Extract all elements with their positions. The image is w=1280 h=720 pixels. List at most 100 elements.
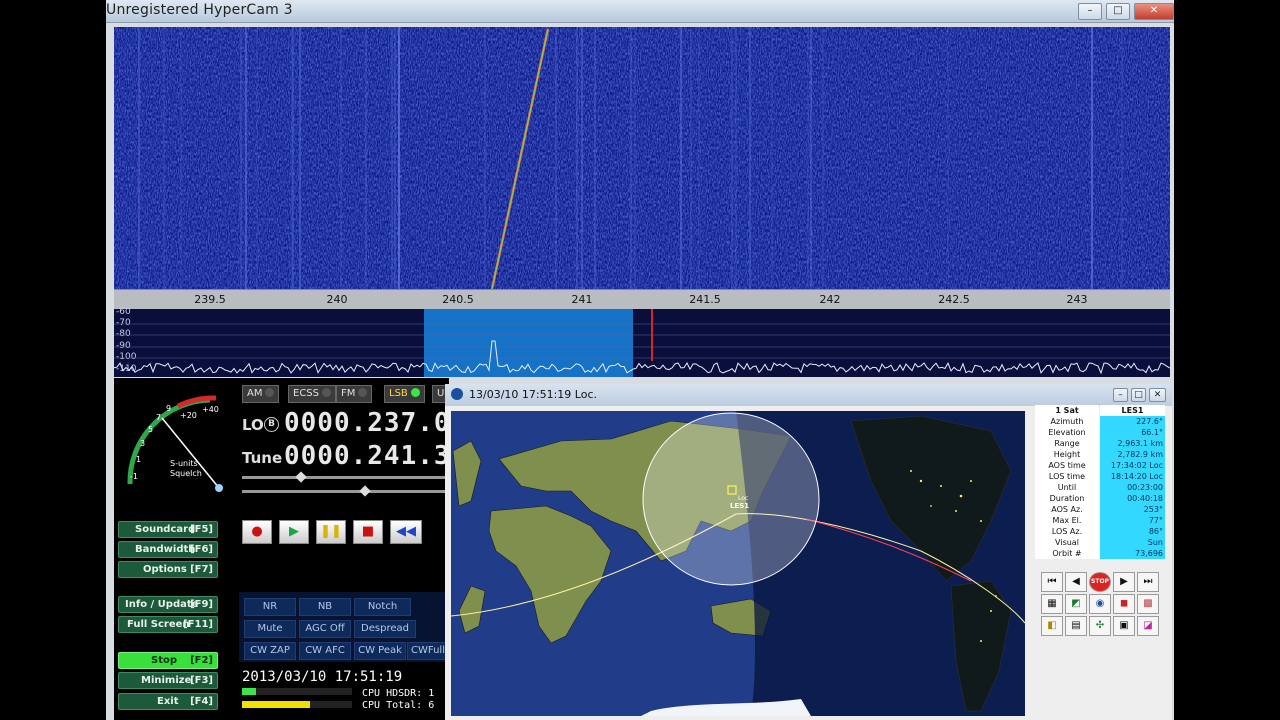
mode-fm-button[interactable]: FM bbox=[336, 385, 373, 403]
info-value: 73,696 bbox=[1100, 548, 1165, 559]
exit-label: Exit bbox=[157, 696, 179, 707]
slider-knob[interactable] bbox=[295, 471, 307, 483]
forward-fast-button[interactable]: ⏭ bbox=[1137, 572, 1159, 592]
freq-tick: 240 bbox=[326, 293, 348, 306]
close-window-button[interactable]: ✕ bbox=[1134, 3, 1174, 20]
pause-button[interactable]: ❚❚ bbox=[316, 520, 346, 544]
minimize-key: [F3] bbox=[190, 675, 213, 686]
rewind-fast-button[interactable]: ⏮ bbox=[1041, 572, 1063, 592]
options-button[interactable]: Options [F7] bbox=[118, 561, 218, 578]
waterfall-display[interactable] bbox=[114, 27, 1170, 289]
exit-button[interactable]: Exit [F4] bbox=[118, 693, 218, 710]
datetime-display: 2013/03/10 17:51:19 bbox=[242, 669, 403, 685]
maximize-window-button[interactable]: □ bbox=[1106, 3, 1130, 20]
s-scale-label: +40 bbox=[202, 405, 219, 414]
table-view-button[interactable]: ▦ bbox=[1041, 594, 1063, 614]
info-key: Orbit # bbox=[1035, 548, 1099, 559]
satellite-info-panel: 1 Sat LES1 Azimuth 227.6° Elevation 66.1° … bbox=[1035, 405, 1167, 565]
config-icon: ▣ bbox=[1119, 620, 1129, 631]
info-value: Sun bbox=[1100, 537, 1165, 548]
stop-button[interactable]: Stop [F2] bbox=[118, 652, 218, 669]
play-button[interactable]: ▶ bbox=[279, 520, 309, 544]
rotor-icon: ◪ bbox=[1143, 620, 1153, 631]
cw-full-button[interactable]: CWFull bbox=[407, 642, 449, 660]
info-row: Max El. 77° bbox=[1035, 515, 1167, 526]
mode-ecss-button[interactable]: ECSS bbox=[288, 385, 336, 403]
step-back-button[interactable]: ◀ bbox=[1065, 572, 1087, 592]
cw-afc-button[interactable]: CW AFC bbox=[299, 642, 351, 660]
lo-lock-badge[interactable]: B bbox=[264, 417, 279, 432]
window-title: Unregistered HyperCam 3 bbox=[106, 2, 293, 18]
info-key: Duration bbox=[1035, 493, 1099, 504]
tracking-button[interactable]: ✣ bbox=[1089, 616, 1111, 636]
details-button[interactable]: ▤ bbox=[1065, 616, 1087, 636]
exit-key: [F4] bbox=[190, 696, 213, 707]
mode-led-icon bbox=[410, 388, 420, 397]
globe-view-button[interactable]: ◉ bbox=[1089, 594, 1111, 614]
info-header-key: 1 Sat bbox=[1035, 405, 1099, 416]
minimize-window-button[interactable]: – bbox=[1078, 3, 1102, 20]
step-forward-icon: ▶ bbox=[1120, 576, 1128, 587]
orbitron-toolbar: ⏮ ◀ STOP ▶ ⏭ ▦ ◩ ◉ ◼ ▩ ◧ ▤ ✣ ▣ ◪ bbox=[1041, 568, 1161, 638]
stop-key: [F2] bbox=[190, 655, 213, 666]
step-forward-button[interactable]: ▶ bbox=[1113, 572, 1135, 592]
volume-slider[interactable] bbox=[242, 471, 449, 483]
play-icon: ▶ bbox=[289, 524, 299, 539]
grid-view-button[interactable]: ▩ bbox=[1137, 594, 1159, 614]
config-button[interactable]: ▣ bbox=[1113, 616, 1135, 636]
info-update-key: [F9] bbox=[190, 599, 213, 610]
info-key: Range bbox=[1035, 438, 1099, 449]
bandwidth-button[interactable]: Bandwidth [F6] bbox=[118, 541, 218, 558]
despread-button[interactable]: Despread bbox=[354, 620, 416, 638]
orbitron-minimize-button[interactable]: – bbox=[1113, 388, 1128, 402]
title-bar: Unregistered HyperCam 3 – □ ✕ bbox=[106, 0, 1174, 23]
screen: Unregistered HyperCam 3 – □ ✕ 239.5 240 … bbox=[0, 0, 1280, 720]
s-scale-label: 1 bbox=[136, 455, 141, 464]
stop-sim-button[interactable]: STOP bbox=[1089, 572, 1111, 592]
nb-button[interactable]: NB bbox=[299, 598, 351, 616]
squelch-slider[interactable] bbox=[242, 485, 449, 497]
notch-button[interactable]: Notch bbox=[354, 598, 411, 616]
satellite-list-button[interactable]: ◧ bbox=[1041, 616, 1063, 636]
mode-led-icon bbox=[358, 388, 368, 397]
slider-knob[interactable] bbox=[359, 485, 371, 497]
location-label: Loc bbox=[738, 495, 748, 502]
soundcard-key: [F5] bbox=[190, 524, 213, 535]
radar-view-button[interactable]: ◼ bbox=[1113, 594, 1135, 614]
info-value: 227.6° bbox=[1100, 416, 1165, 427]
cw-zap-button[interactable]: CW ZAP bbox=[244, 642, 296, 660]
info-row: LOS time 18:14:20 Loc bbox=[1035, 471, 1167, 482]
mode-am-button[interactable]: AM bbox=[242, 385, 280, 403]
world-map[interactable]: LES1 Loc bbox=[451, 411, 1025, 716]
info-row: Elevation 66.1° bbox=[1035, 427, 1167, 438]
rewind-fast-icon: ⏮ bbox=[1047, 576, 1057, 587]
orbitron-close-button[interactable]: ✕ bbox=[1149, 388, 1166, 402]
info-value: 00:23:00 bbox=[1100, 482, 1165, 493]
info-value: 77° bbox=[1100, 515, 1165, 526]
cw-peak-button[interactable]: CW Peak bbox=[354, 642, 406, 660]
rewind-button[interactable]: ◀◀ bbox=[390, 520, 422, 544]
tune-frequency[interactable]: 0000.241.3 bbox=[284, 441, 451, 471]
lo-frequency[interactable]: 0000.237.0 bbox=[284, 408, 451, 438]
spectrum-display[interactable]: -60 -70 -80 -90 -100 -110 bbox=[114, 307, 1170, 377]
orbitron-title-bar: 13/03/10 17:51:19 Loc. – □ ✕ bbox=[445, 384, 1172, 406]
cpu-total-bar bbox=[242, 701, 352, 708]
nr-button[interactable]: NR bbox=[244, 598, 296, 616]
full-screen-button[interactable]: Full Screen [F11] bbox=[118, 616, 218, 633]
squelch-label[interactable]: Squelch bbox=[170, 469, 202, 478]
map-icon: ◩ bbox=[1071, 598, 1081, 609]
minimize-button[interactable]: Minimize [F3] bbox=[118, 672, 218, 689]
agc-button[interactable]: AGC Off bbox=[299, 620, 351, 638]
mode-lsb-button[interactable]: LSB bbox=[384, 385, 425, 403]
map-view-button[interactable]: ◩ bbox=[1065, 594, 1087, 614]
rotor-button[interactable]: ◪ bbox=[1137, 616, 1159, 636]
info-value: 66.1° bbox=[1100, 427, 1165, 438]
stop-playback-button[interactable]: ■ bbox=[353, 520, 383, 544]
soundcard-button[interactable]: Soundcard [F5] bbox=[118, 521, 218, 538]
frequency-axis[interactable]: 239.5 240 240.5 241 241.5 242 242.5 243 bbox=[114, 289, 1170, 310]
record-button[interactable]: ● bbox=[242, 520, 272, 544]
info-key: AOS Az. bbox=[1035, 504, 1099, 515]
mute-button[interactable]: Mute bbox=[244, 620, 296, 638]
orbitron-maximize-button[interactable]: □ bbox=[1131, 388, 1146, 402]
info-update-button[interactable]: Info / Update [F9] bbox=[118, 596, 218, 613]
